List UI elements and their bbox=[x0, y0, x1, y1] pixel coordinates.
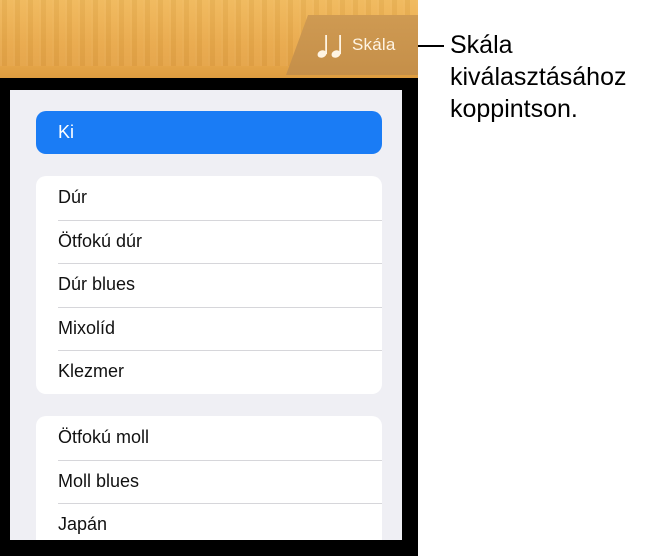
scale-option[interactable]: Ötfokú dúr bbox=[36, 219, 382, 264]
callout-leader-line bbox=[418, 45, 444, 47]
scale-button[interactable]: Skála bbox=[286, 15, 418, 75]
scale-group-major: Dúr Ötfokú dúr Dúr blues Mixolíd Klezmer bbox=[36, 176, 382, 394]
scale-option[interactable]: Mixolíd bbox=[36, 306, 382, 351]
scale-button-label: Skála bbox=[352, 35, 396, 54]
scale-option[interactable]: Dúr blues bbox=[36, 263, 382, 307]
scale-option[interactable]: Dúr bbox=[36, 176, 382, 220]
scale-option[interactable]: Ötfokú moll bbox=[36, 416, 382, 460]
scale-option[interactable]: Japán bbox=[36, 503, 382, 540]
screenshot-canvas: Skála Ki Dúr Ötfokú dúr Dúr blues Mixolí… bbox=[0, 0, 670, 556]
scale-group-minor: Ötfokú moll Moll blues Japán bbox=[36, 416, 382, 540]
scale-menu: Ki Dúr Ötfokú dúr Dúr blues Mixolíd Klez… bbox=[10, 90, 402, 540]
scale-option[interactable]: Klezmer bbox=[36, 350, 382, 394]
scale-option[interactable]: Moll blues bbox=[36, 459, 382, 504]
music-notes-icon bbox=[317, 35, 341, 58]
callout-text: Skála kiválasztásához koppintson. bbox=[450, 31, 627, 123]
scale-option-off[interactable]: Ki bbox=[36, 111, 382, 154]
